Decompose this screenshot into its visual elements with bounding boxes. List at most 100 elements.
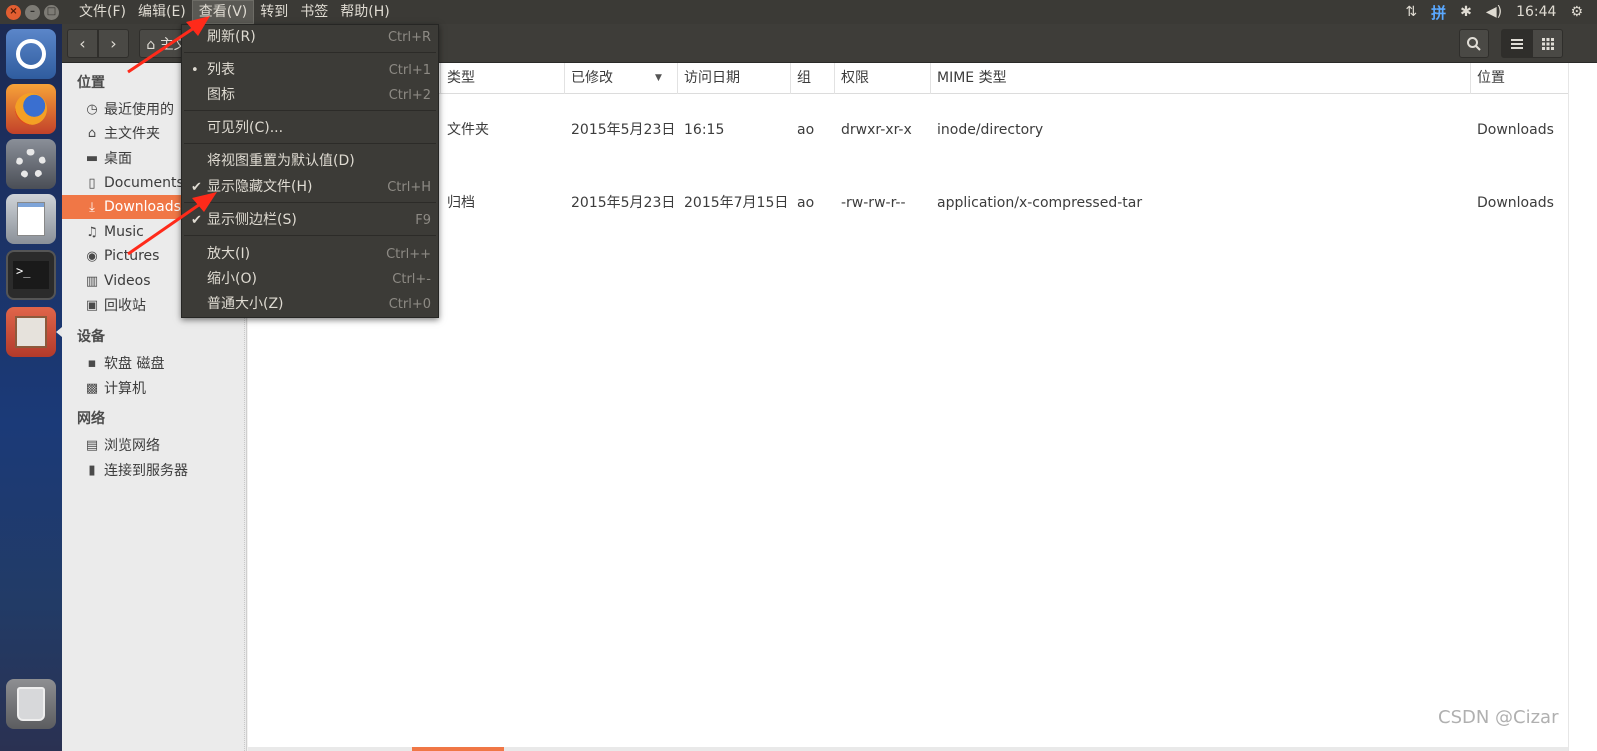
cell-mime: inode/directory xyxy=(937,122,1044,138)
menu-accel: Ctrl+2 xyxy=(388,88,431,103)
launcher: >_ xyxy=(0,24,62,751)
menu-accel: Ctrl+R xyxy=(387,30,431,45)
input-method-icon[interactable]: 拼 xyxy=(1431,2,1446,23)
dash-button[interactable] xyxy=(6,29,56,79)
clock-icon: ◷ xyxy=(86,101,98,117)
sidebar-item-floppy[interactable]: ▪ 软盘 磁盘 xyxy=(62,351,247,375)
cell-modified: 2015年5月23日 xyxy=(571,122,676,138)
terminal-launcher[interactable]: >_ xyxy=(6,250,56,300)
cell-permissions: -rw-rw-r-- xyxy=(841,195,906,211)
watermark: CSDN @Cizar xyxy=(1438,707,1559,728)
column-group[interactable]: 组 xyxy=(790,63,834,94)
text-editor-icon xyxy=(17,202,45,236)
list-view-button[interactable] xyxy=(1501,29,1532,58)
close-window-button[interactable]: × xyxy=(6,4,21,20)
menu-separator xyxy=(184,143,436,144)
column-label: 位置 xyxy=(1477,70,1505,86)
table-row[interactable]: 文件夹 2015年5月23日 16:15 ao drwxr-xr-x inode… xyxy=(248,94,1568,166)
sidebar-item-label: 最近使用的 xyxy=(104,102,174,118)
clock[interactable]: 16:44 xyxy=(1516,4,1556,20)
bluetooth-icon[interactable]: ✱ xyxy=(1460,4,1472,20)
grid-view-button[interactable] xyxy=(1532,29,1563,58)
table-row[interactable]: 归档 2015年5月23日 2015年7月15日 ao -rw-rw-r-- a… xyxy=(248,167,1568,239)
menu-accel: Ctrl+1 xyxy=(388,63,431,78)
text-editor-launcher[interactable] xyxy=(6,194,56,244)
column-location[interactable]: 位置 xyxy=(1470,63,1568,94)
sidebar-item-label: 软盘 磁盘 xyxy=(104,356,165,372)
menu-go[interactable]: 转到 xyxy=(254,0,294,24)
checkmark-icon: ✔ xyxy=(191,213,202,228)
list-icon xyxy=(1510,38,1523,49)
menu-item-refresh[interactable]: 刷新(R) Ctrl+R xyxy=(182,25,438,50)
menu-item-visible-columns[interactable]: 可见列(C)... xyxy=(182,116,438,141)
music-icon: ♫ xyxy=(86,224,98,240)
terminal-icon: >_ xyxy=(13,261,49,289)
firefox-launcher[interactable] xyxy=(6,84,56,134)
vertical-scrollbar[interactable] xyxy=(1568,63,1597,751)
menu-separator xyxy=(184,235,436,236)
menu-accel: Ctrl+H xyxy=(387,180,431,195)
menu-help[interactable]: 帮助(H) xyxy=(334,0,395,24)
menu-item-label: 列表 xyxy=(207,62,235,78)
search-button[interactable] xyxy=(1459,29,1489,58)
menu-item-label: 将视图重置为默认值(D) xyxy=(207,153,355,169)
menu-item-icons[interactable]: 图标 Ctrl+2 xyxy=(182,83,438,108)
column-type[interactable]: 类型 xyxy=(440,63,564,94)
grid-icon xyxy=(1541,37,1554,50)
trash-launcher[interactable] xyxy=(6,679,56,729)
sidebar-item-browse-network[interactable]: ▤ 浏览网络 xyxy=(62,433,247,457)
cell-type: 文件夹 xyxy=(447,122,489,138)
cell-location: Downloads xyxy=(1477,195,1554,211)
document-icon: ▯ xyxy=(88,175,96,191)
sidebar-item-label: Documents xyxy=(104,175,184,191)
menu-bookmarks[interactable]: 书签 xyxy=(294,0,334,24)
menu-edit[interactable]: 编辑(E) xyxy=(132,0,192,24)
menu-item-zoom-in[interactable]: 放大(I) Ctrl++ xyxy=(182,242,438,267)
sidebar-item-label: Downloads xyxy=(104,199,181,215)
menu-view[interactable]: 查看(V) xyxy=(191,0,255,24)
back-button[interactable]: ‹ xyxy=(67,29,98,58)
radio-dot-icon: • xyxy=(191,63,199,78)
minimize-window-button[interactable]: – xyxy=(25,4,40,20)
menu-item-show-hidden-files[interactable]: ✔ 显示隐藏文件(H) Ctrl+H xyxy=(182,175,438,200)
menu-item-show-sidebar[interactable]: ✔ 显示侧边栏(S) F9 xyxy=(182,208,438,233)
menu-file[interactable]: 文件(F) xyxy=(73,0,132,24)
sidebar-item-computer[interactable]: ▩ 计算机 xyxy=(62,376,247,400)
menu-item-label: 普通大小(Z) xyxy=(207,296,284,312)
sidebar-item-label: 桌面 xyxy=(104,151,132,167)
cell-location: Downloads xyxy=(1477,122,1554,138)
sidebar-item-label: 计算机 xyxy=(104,381,146,397)
trash-can-icon xyxy=(17,687,45,721)
column-mime[interactable]: MIME 类型 xyxy=(930,63,1470,94)
section-network: 网络 xyxy=(77,411,105,427)
column-label: 已修改 xyxy=(571,70,613,86)
column-modified[interactable]: 已修改 ▼ xyxy=(564,63,677,94)
menu-item-label: 显示侧边栏(S) xyxy=(207,212,297,228)
column-label: 访问日期 xyxy=(684,70,740,86)
session-gear-icon[interactable]: ⚙ xyxy=(1570,4,1583,20)
section-places: 位置 xyxy=(77,75,105,91)
network-icon[interactable]: ⇅ xyxy=(1405,4,1417,20)
sidebar-item-label: Videos xyxy=(104,273,151,289)
menu-separator xyxy=(184,202,436,203)
menu-item-zoom-out[interactable]: 缩小(O) Ctrl+- xyxy=(182,267,438,292)
volume-icon[interactable]: ◀) xyxy=(1486,4,1502,20)
menu-item-label: 可见列(C)... xyxy=(207,120,284,136)
maximize-window-button[interactable]: □ xyxy=(44,4,59,20)
menu-item-list[interactable]: • 列表 Ctrl+1 xyxy=(182,58,438,83)
sidebar-item-connect-server[interactable]: ▮ 连接到服务器 xyxy=(62,458,247,482)
scroll-thumb[interactable] xyxy=(412,747,504,751)
column-permissions[interactable]: 权限 xyxy=(834,63,930,94)
file-cabinet-icon xyxy=(15,316,47,348)
files-launcher[interactable] xyxy=(6,307,56,357)
system-settings-launcher[interactable] xyxy=(6,139,56,189)
forward-button[interactable]: › xyxy=(98,29,129,58)
menu-item-normal-size[interactable]: 普通大小(Z) Ctrl+0 xyxy=(182,292,438,317)
menu-item-reset-view[interactable]: 将视图重置为默认值(D) xyxy=(182,149,438,174)
server-icon: ▮ xyxy=(88,462,96,478)
search-icon xyxy=(1467,36,1481,51)
menu-item-label: 图标 xyxy=(207,87,235,103)
menu-separator xyxy=(184,52,436,53)
column-accessed[interactable]: 访问日期 xyxy=(677,63,790,94)
file-list-view: 类型 已修改 ▼ 访问日期 组 权限 MIME 类型 位置 文件夹 2015年5月… xyxy=(248,63,1597,751)
